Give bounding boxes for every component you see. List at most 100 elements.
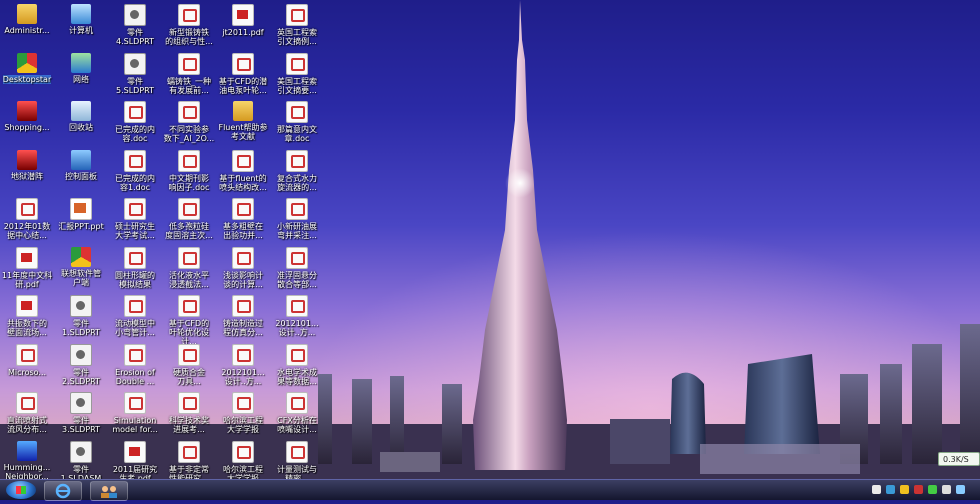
doc-icon (124, 198, 146, 220)
desktop-icon[interactable]: Simulation model for... (108, 390, 162, 434)
desktop-icon[interactable]: 小新研油展 弯并采注... (270, 196, 324, 240)
desktop-icon[interactable]: 地狱潜阵 (0, 148, 54, 181)
folder-icon (17, 4, 37, 24)
folder-icon (233, 101, 253, 121)
tray-network-icon[interactable] (886, 485, 895, 494)
desktop-icon-label: 那篇意内文 章.doc (277, 125, 317, 143)
desktop-icon[interactable]: 基于CFD的潜 油电泵叶轮... (216, 51, 270, 95)
desktop-icon[interactable]: 哈尔滨工程 大学学报 (216, 390, 270, 434)
desktop-icon[interactable]: 蠕铸铁_一种 有发展前... (162, 51, 216, 95)
sld-icon (124, 4, 146, 26)
desktop-icon[interactable]: 圆柱形罐的 模拟结果 (108, 245, 162, 289)
doc-icon (16, 343, 38, 366)
desktop-icon[interactable]: 已完成的内 容1.doc (108, 148, 162, 192)
desktop-icon[interactable]: 硬质合金 刀具... (162, 342, 216, 386)
desktop-icon-label: 中文期刊影 响因子.doc (168, 173, 210, 192)
desktop-icon[interactable]: 回收站 (54, 99, 108, 132)
desktop-icon[interactable]: 低多孢粒硅 度固溶主次... (162, 196, 216, 240)
desktop-icon[interactable]: 控制面板 (54, 148, 108, 181)
desktop-icon[interactable]: 2011届研究 生考.pdf (108, 439, 162, 483)
doc-icon (178, 343, 200, 366)
desktop-icon[interactable]: 汇报PPT.ppt (54, 196, 108, 231)
desktop-icon[interactable]: 零件 4.SLDPRT (108, 2, 162, 46)
desktop-icon[interactable]: 零件 1.SLDPRT (54, 293, 108, 337)
tray-volume-icon[interactable] (942, 485, 951, 494)
desktop-icon[interactable]: 基于fluent的 喷头结构改... (216, 148, 270, 192)
desktop-icon[interactable]: 硕士研究生 大学考试... (108, 196, 162, 240)
desktop-icon[interactable]: 2012年01数 据中心结... (0, 196, 54, 240)
desktop-icon[interactable]: Humming... Neighbor... (0, 439, 54, 481)
desktop-icon[interactable]: 2012101... 设计..方... (216, 342, 270, 386)
desktop-icon[interactable]: 零件 1.SLDASM (54, 439, 108, 483)
desktop-icon[interactable]: 零件 5.SLDPRT (108, 51, 162, 95)
desktop-icon[interactable]: 那篇意内文 章.doc (270, 99, 324, 143)
desktop-icon[interactable]: Desktopstar (0, 51, 54, 84)
desktop-icon[interactable]: 网络 (54, 51, 108, 84)
desktop-icon[interactable]: 基于非定常 性能研究... (162, 439, 216, 483)
desktop-icon[interactable]: 准浮固悬分 散合等部... (270, 245, 324, 289)
doc-icon (232, 246, 254, 269)
desktop-icon[interactable]: 英国工程索 引文摘例... (270, 2, 324, 46)
tray-app-icon[interactable] (914, 485, 923, 494)
doc-icon (286, 4, 308, 26)
doc-icon (232, 149, 254, 172)
desktop-icon[interactable]: jt2011.pdf (216, 2, 270, 37)
desktop-icon[interactable]: 基于CFD的 叶轮优化设计... (162, 293, 216, 346)
doc-icon (286, 246, 308, 269)
desktop-icon[interactable]: 铸造制造过 程仿真分... (216, 293, 270, 337)
desktop-icon[interactable]: CFX分析在 喷嘴设计... (270, 390, 324, 434)
desktop-icon[interactable]: Fluent帮助参 考文献 (216, 99, 270, 141)
desktop-icon[interactable]: 零件 2.SLDPRT (54, 342, 108, 386)
doc-icon (124, 246, 146, 269)
desktop-icon-label: 11年度中文科 研.pdf (1, 270, 53, 289)
desktop-icon[interactable]: 计量测试与 精密... (270, 439, 324, 483)
desktop-icon[interactable]: 科学技术奖 进展考... (162, 390, 216, 434)
desktop-icon[interactable]: 联想软件管 户端 (54, 245, 108, 287)
desktop-icon[interactable]: 基多粗壁在 出验功并... (216, 196, 270, 240)
desktop-icon[interactable]: Microso... (0, 342, 54, 377)
doc-icon (178, 149, 200, 172)
tray-security-icon[interactable] (900, 485, 909, 494)
sld-icon (70, 343, 92, 366)
desktop-icon[interactable]: 美国工程索 引文摘要... (270, 51, 324, 95)
desktop-icon[interactable]: 中文期刊影 响因子.doc (162, 148, 216, 192)
desktop-icon-label: 蠕铸铁_一种 有发展前... (167, 76, 211, 95)
wallpaper-burj-tower (473, 0, 567, 470)
doc-icon (232, 392, 254, 414)
network-speed-widget[interactable]: 0.3K/S (938, 452, 980, 466)
desktop-icon[interactable]: 复合式水力 旋流器的... (270, 148, 324, 192)
taskbar-users-button[interactable] (90, 481, 128, 501)
desktop-icon[interactable]: Administr... (0, 2, 54, 35)
desktop-icon-label: jt2011.pdf (222, 28, 264, 37)
pdf-icon (16, 295, 38, 317)
tray-flag-icon[interactable] (956, 485, 965, 494)
ansys-icon (17, 440, 37, 461)
desktop-icon[interactable]: 不同实验参 数下_Al_2O... (162, 99, 216, 143)
desktop-icon[interactable]: 计算机 (54, 2, 108, 35)
doc-icon (232, 295, 254, 317)
desktop-icon[interactable]: 零件 3.SLDPRT (54, 390, 108, 434)
desktop-icon[interactable]: 2012101... 设计..方... (270, 293, 324, 337)
desktop-icon[interactable]: 活化液水平 浸透截法... (162, 245, 216, 289)
start-button[interactable] (6, 481, 36, 499)
tray-update-icon[interactable] (928, 485, 937, 494)
desktop-icon[interactable]: 11年度中文科 研.pdf (0, 245, 54, 289)
tray-arrow-icon[interactable] (872, 485, 881, 494)
desktop-icon[interactable]: 哈尔滨工程 大学学报 (216, 439, 270, 483)
desktop-icon[interactable]: 已完成的内 容.doc (108, 99, 162, 143)
desktop-icon-label: 基于fluent的 喷头结构改... (219, 173, 267, 192)
desktop-icon[interactable]: Erosion of Double ... (108, 342, 162, 386)
desktop-icon[interactable]: 直流喷射式 流风分布... (0, 390, 54, 434)
doc-icon (232, 343, 254, 366)
desktop-icon[interactable]: 水电学术成 果等数据... (270, 342, 324, 386)
pdf-icon (16, 246, 38, 269)
desktop-icon-label: 硬质合金 刀具... (173, 367, 205, 386)
taskbar-ie-button[interactable] (44, 481, 82, 501)
desktop-icon[interactable]: 流动模型中 小弯管计... (108, 293, 162, 337)
desktop-icon[interactable]: 新型锻铸铁 的组织与性... (162, 2, 216, 46)
desktop-icon-label: 活化液水平 浸透截法... (169, 270, 209, 289)
bin-icon (71, 101, 91, 121)
desktop-icon[interactable]: Shopping... (0, 99, 54, 132)
desktop-icon[interactable]: 浅谈影响计 谈的计算... (216, 245, 270, 289)
desktop-icon[interactable]: 共振数下的 壁面流场... (0, 293, 54, 337)
